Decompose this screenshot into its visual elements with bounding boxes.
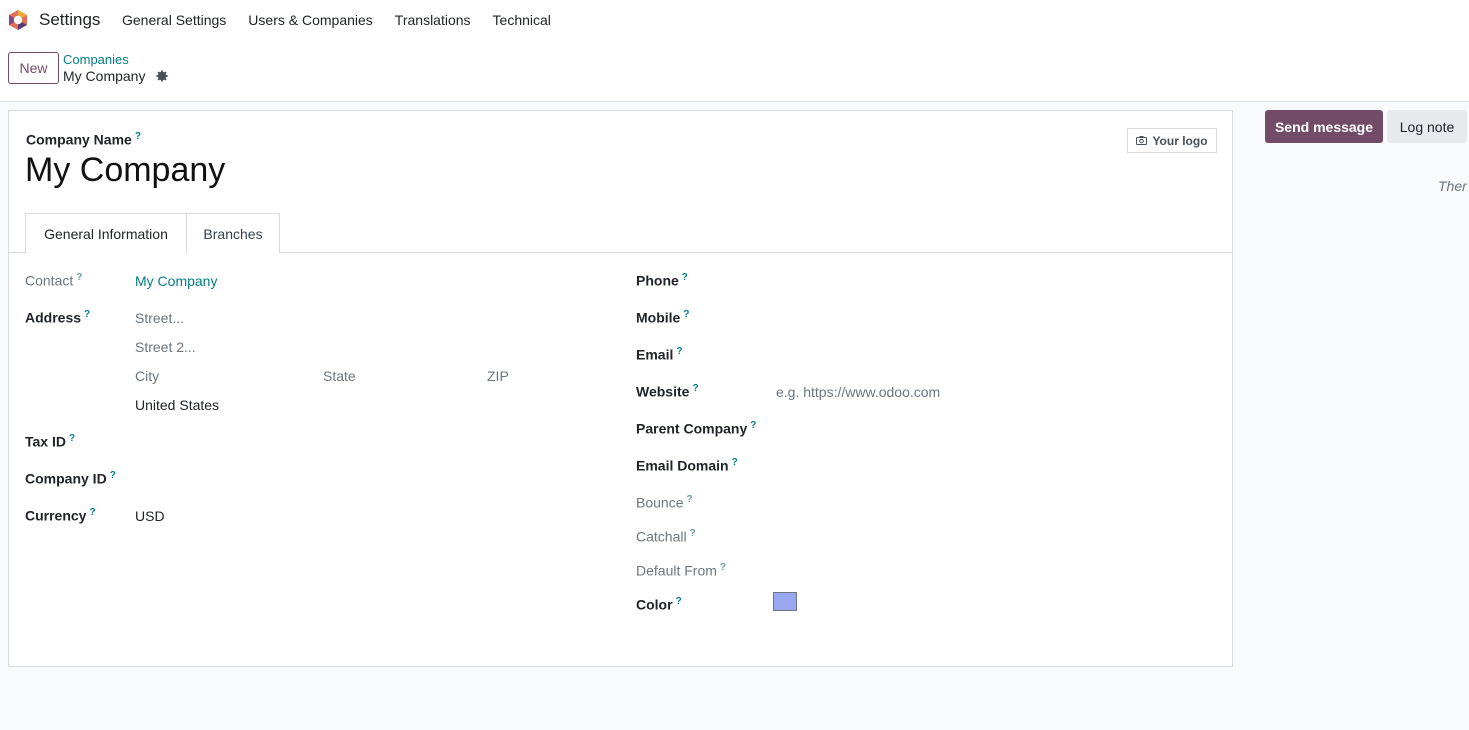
breadcrumb-current: My Company: [63, 68, 146, 84]
street-input[interactable]: Street...: [135, 310, 184, 326]
help-icon[interactable]: ?: [692, 383, 698, 394]
parent-company-label: Parent Company?: [636, 420, 757, 437]
help-icon[interactable]: ?: [720, 562, 726, 573]
chatter-empty-text: Ther: [1438, 178, 1467, 194]
default-from-label: Default From?: [636, 562, 727, 579]
menu-users-companies[interactable]: Users & Companies: [248, 12, 373, 28]
company-id-label: Company ID?: [25, 470, 116, 487]
help-icon[interactable]: ?: [76, 272, 82, 283]
company-name-input[interactable]: My Company: [25, 151, 225, 190]
help-icon[interactable]: ?: [683, 309, 689, 320]
bounce-label: Bounce?: [636, 494, 693, 511]
odoo-app-icon[interactable]: [7, 9, 29, 31]
street2-input[interactable]: Street 2...: [135, 339, 196, 355]
top-navbar: Settings General Settings Users & Compan…: [0, 0, 1469, 40]
help-icon[interactable]: ?: [69, 433, 75, 444]
menu-general-settings[interactable]: General Settings: [122, 12, 226, 28]
camera-icon: [1136, 136, 1148, 145]
tab-branches[interactable]: Branches: [187, 213, 280, 253]
chatter-panel: Send message Log note Ther: [1241, 102, 1469, 730]
send-message-button[interactable]: Send message: [1265, 110, 1383, 143]
phone-label: Phone?: [636, 272, 688, 289]
log-note-button[interactable]: Log note: [1387, 110, 1467, 143]
help-icon[interactable]: ?: [686, 494, 692, 505]
control-panel: New Companies My Company: [0, 40, 1469, 102]
country-select[interactable]: United States: [135, 397, 219, 413]
currency-label: Currency?: [25, 507, 96, 524]
help-icon[interactable]: ?: [732, 457, 738, 468]
contact-label: Contact?: [25, 272, 83, 289]
tab-general-information[interactable]: General Information: [25, 213, 187, 254]
app-title[interactable]: Settings: [39, 10, 100, 30]
contact-field[interactable]: My Company: [135, 273, 217, 289]
menu-translations[interactable]: Translations: [395, 12, 471, 28]
zip-input[interactable]: ZIP: [487, 368, 509, 384]
tax-id-label: Tax ID?: [25, 433, 76, 450]
company-name-label: Company Name?: [26, 131, 141, 148]
color-label: Color?: [636, 596, 682, 613]
help-icon[interactable]: ?: [676, 596, 682, 607]
your-logo-button[interactable]: Your logo: [1127, 128, 1217, 153]
main-menu: General Settings Users & Companies Trans…: [122, 12, 573, 28]
help-icon[interactable]: ?: [110, 470, 116, 481]
help-icon[interactable]: ?: [676, 346, 682, 357]
state-input[interactable]: State: [323, 368, 356, 384]
help-icon[interactable]: ?: [682, 272, 688, 283]
currency-select[interactable]: USD: [135, 508, 165, 524]
gear-icon[interactable]: [155, 69, 169, 83]
help-icon[interactable]: ?: [135, 131, 141, 142]
email-label: Email?: [636, 346, 683, 363]
website-input[interactable]: e.g. https://www.odoo.com: [776, 384, 940, 400]
website-label: Website?: [636, 383, 699, 400]
help-icon[interactable]: ?: [89, 507, 95, 518]
help-icon[interactable]: ?: [690, 528, 696, 539]
mobile-label: Mobile?: [636, 309, 690, 326]
color-picker[interactable]: [773, 592, 797, 611]
breadcrumb-companies[interactable]: Companies: [63, 52, 129, 67]
city-input[interactable]: City: [135, 368, 159, 384]
help-icon[interactable]: ?: [750, 420, 756, 431]
new-button[interactable]: New: [8, 52, 59, 84]
form-sheet: Company Name? My Company Your logo Gener…: [8, 110, 1233, 667]
your-logo-label: Your logo: [1152, 133, 1208, 148]
menu-technical[interactable]: Technical: [493, 12, 551, 28]
address-label: Address?: [25, 309, 91, 326]
notebook-tabs: General Information Branches: [9, 213, 1232, 254]
email-domain-label: Email Domain?: [636, 457, 738, 474]
catchall-label: Catchall?: [636, 528, 696, 545]
help-icon[interactable]: ?: [84, 309, 90, 320]
